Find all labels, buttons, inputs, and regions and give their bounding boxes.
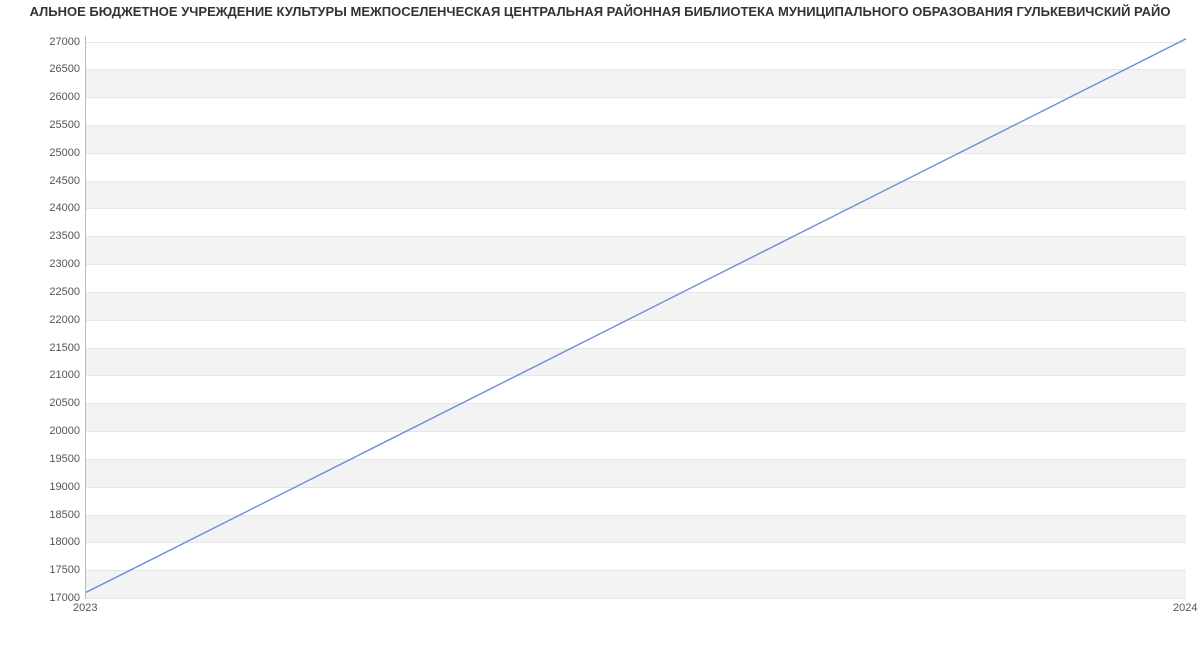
- line-series: [86, 36, 1186, 598]
- y-tick-label: 26000: [20, 91, 80, 103]
- y-tick-label: 17000: [20, 592, 80, 604]
- y-tick-label: 23000: [20, 258, 80, 270]
- x-tick-label: 2024: [1173, 602, 1197, 614]
- y-tick-label: 25000: [20, 147, 80, 159]
- y-tick-label: 24500: [20, 175, 80, 187]
- chart-container: АЛЬНОЕ БЮДЖЕТНОЕ УЧРЕЖДЕНИЕ КУЛЬТУРЫ МЕЖ…: [0, 0, 1200, 650]
- y-tick-label: 18000: [20, 536, 80, 548]
- y-tick-label: 20000: [20, 425, 80, 437]
- y-tick-label: 22000: [20, 314, 80, 326]
- y-tick-label: 23500: [20, 230, 80, 242]
- y-tick-label: 25500: [20, 119, 80, 131]
- y-tick-label: 26500: [20, 63, 80, 75]
- y-tick-label: 21500: [20, 342, 80, 354]
- y-tick-label: 19500: [20, 453, 80, 465]
- y-tick-label: 24000: [20, 202, 80, 214]
- y-tick-label: 20500: [20, 397, 80, 409]
- y-tick-label: 27000: [20, 36, 80, 48]
- grid-line: [86, 598, 1186, 599]
- y-tick-label: 18500: [20, 509, 80, 521]
- y-tick-label: 21000: [20, 369, 80, 381]
- y-tick-label: 19000: [20, 481, 80, 493]
- chart-title: АЛЬНОЕ БЮДЖЕТНОЕ УЧРЕЖДЕНИЕ КУЛЬТУРЫ МЕЖ…: [0, 4, 1200, 19]
- plot-area: [85, 36, 1186, 599]
- x-tick-label: 2023: [73, 602, 97, 614]
- y-tick-label: 17500: [20, 564, 80, 576]
- y-tick-label: 22500: [20, 286, 80, 298]
